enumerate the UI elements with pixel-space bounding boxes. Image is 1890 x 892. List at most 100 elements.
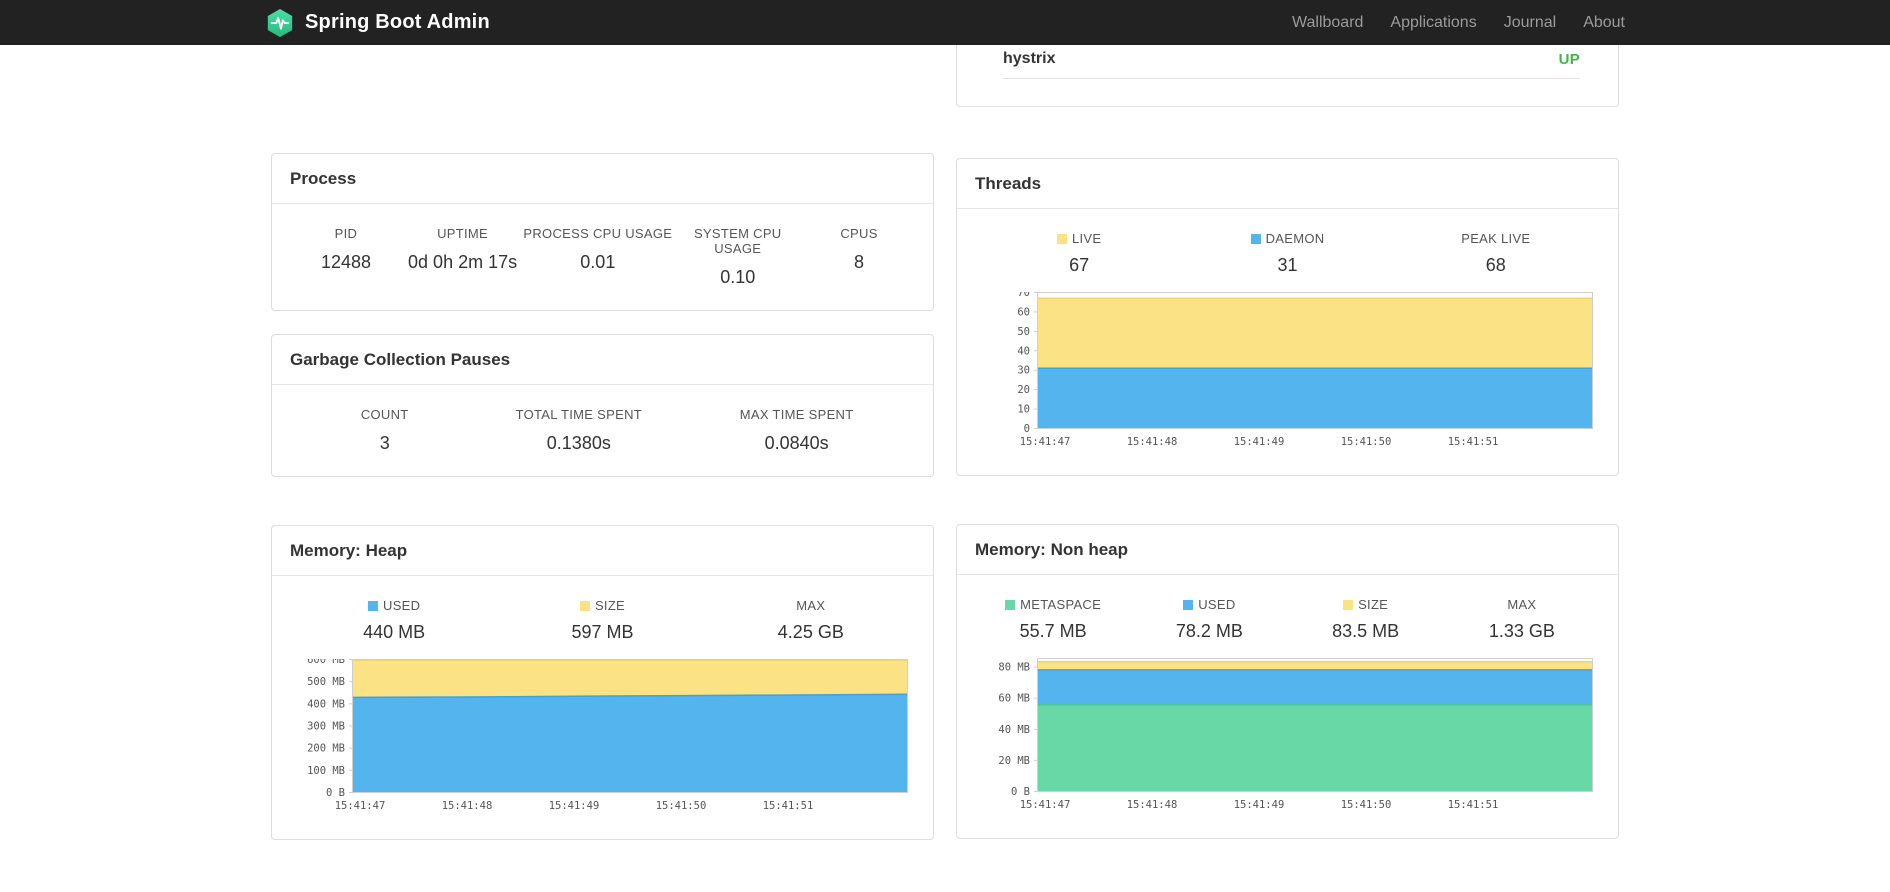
live-swatch-icon [1056,234,1067,244]
legend-value: 597 MB [571,622,634,642]
stat-gc-count: COUNT 3 [290,407,479,454]
spring-boot-admin-logo-icon [265,8,295,38]
stat-value: 3 [379,433,390,453]
svg-text:200 MB: 200 MB [307,743,345,755]
gc-panel-title: Garbage Collection Pauses [272,335,933,385]
svg-text:0 B: 0 B [1011,786,1030,798]
svg-text:50: 50 [1017,326,1030,338]
legend-value: 83.5 MB [1332,621,1400,641]
svg-text:15:41:49: 15:41:49 [549,800,600,812]
process-stats: PID 12488 UPTIME 0d 0h 2m 17s PROCESS CP… [272,204,933,310]
stat-value: 0d 0h 2m 17s [408,252,518,272]
nav-item-applications[interactable]: Applications [1390,14,1476,32]
svg-text:15:41:50: 15:41:50 [1341,436,1392,448]
stat-value: 12488 [320,252,371,272]
right-column: hystrix UP Threads LIVE 67 DAEMON 31 PEA… [956,45,1619,840]
daemon-swatch-icon [1250,234,1261,244]
svg-text:10: 10 [1017,404,1030,416]
memory-nonheap-legend: METASPACE 55.7 MB USED 78.2 MB SIZE 83.5… [975,597,1600,642]
navbar: Spring Boot Admin Wallboard Applications… [0,0,1890,45]
stat-cpus: CPUS 8 [803,226,915,288]
svg-text:60: 60 [1017,306,1030,318]
application-row[interactable]: hystrix UP [1003,45,1580,79]
svg-text:15:41:48: 15:41:48 [1127,799,1178,811]
application-name[interactable]: hystrix [1003,50,1055,68]
stat-value: 8 [854,252,865,272]
stat-pid: PID 12488 [290,226,402,288]
stat-value: 0.01 [580,252,616,272]
legend-label: USED [383,598,421,613]
legend-item-used: USED 78.2 MB [1131,597,1287,642]
legend-label: METASPACE [1020,597,1102,612]
memory-heap-panel: Memory: Heap USED 440 MB SIZE 597 MB MAX… [271,525,934,840]
stat-label: SYSTEM CPU USAGE [693,226,782,256]
svg-text:15:41:49: 15:41:49 [1234,799,1285,811]
stat-label: PID [334,226,358,241]
svg-text:20 MB: 20 MB [998,755,1030,767]
svg-text:40: 40 [1017,345,1030,357]
main-content: Process PID 12488 UPTIME 0d 0h 2m 17s PR… [271,45,1619,840]
legend-item-live: LIVE 67 [975,231,1183,276]
memory-heap-panel-title: Memory: Heap [272,526,933,576]
svg-text:0 B: 0 B [326,787,345,799]
legend-value: 67 [1069,255,1090,275]
legend-value: 31 [1277,255,1298,275]
threads-panel-title: Threads [957,159,1618,209]
application-status-card: hystrix UP [956,45,1619,107]
legend-label: USED [1198,597,1236,612]
stat-value: 0.0840s [764,433,829,453]
stat-label: UPTIME [437,226,489,241]
process-panel-title: Process [272,154,933,204]
svg-text:100 MB: 100 MB [307,765,345,777]
stat-label: COUNT [360,407,409,422]
legend-item-size: SIZE 597 MB [498,598,706,643]
legend-item-max: MAX 4.25 GB [707,598,915,643]
size-swatch-icon [1343,600,1354,610]
svg-text:15:41:51: 15:41:51 [1448,436,1499,448]
svg-text:15:41:51: 15:41:51 [763,800,814,812]
svg-text:15:41:47: 15:41:47 [1020,799,1071,811]
brand-link[interactable]: Spring Boot Admin [265,8,490,38]
stat-label: MAX TIME SPENT [739,407,854,422]
gc-stats: COUNT 3 TOTAL TIME SPENT 0.1380s MAX TIM… [272,385,933,476]
legend-value: 1.33 GB [1488,621,1555,641]
legend-value: 68 [1485,255,1506,275]
nav-item-about[interactable]: About [1583,14,1625,32]
legend-item-metaspace: METASPACE 55.7 MB [975,597,1131,642]
memory-nonheap-chart: 0 B 20 MB 40 MB 60 MB 80 MB 15:41:47 15:41:48 1… [975,658,1600,820]
nav-item-wallboard[interactable]: Wallboard [1292,14,1363,32]
legend-item-peak-live: PEAK LIVE 68 [1392,231,1600,276]
svg-text:15:41:49: 15:41:49 [1234,436,1285,448]
legend-value: 4.25 GB [777,622,844,642]
nav-item-journal[interactable]: Journal [1504,14,1556,32]
threads-legend: LIVE 67 DAEMON 31 PEAK LIVE 68 [975,231,1600,276]
svg-text:30: 30 [1017,365,1030,377]
status-badge: UP [1558,50,1580,68]
nav-links: Wallboard Applications Journal About [1292,14,1625,32]
used-swatch-icon [1183,600,1194,610]
legend-label: MAX [796,598,826,613]
left-column: Process PID 12488 UPTIME 0d 0h 2m 17s PR… [271,45,934,840]
svg-text:0: 0 [1024,423,1030,435]
legend-label: MAX [1507,597,1537,612]
threads-panel: Threads LIVE 67 DAEMON 31 PEAK LIVE 68 0… [956,158,1619,476]
legend-label: SIZE [1358,597,1389,612]
memory-nonheap-panel: Memory: Non heap METASPACE 55.7 MB USED … [956,524,1619,839]
svg-text:40 MB: 40 MB [998,724,1030,736]
svg-text:15:41:50: 15:41:50 [1341,799,1392,811]
svg-text:70: 70 [1017,292,1030,299]
svg-text:15:41:51: 15:41:51 [1448,799,1499,811]
legend-value: 440 MB [363,622,426,642]
svg-text:20: 20 [1017,384,1030,396]
svg-text:15:41:48: 15:41:48 [442,800,493,812]
svg-text:500 MB: 500 MB [307,676,345,688]
stat-label: CPUS [840,226,878,241]
legend-value: 78.2 MB [1175,621,1243,641]
legend-item-size: SIZE 83.5 MB [1288,597,1444,642]
svg-text:15:41:47: 15:41:47 [1020,436,1071,448]
stat-gc-max-time: MAX TIME SPENT 0.0840s [678,407,915,454]
stat-label: TOTAL TIME SPENT [515,407,643,422]
used-swatch-icon [368,601,378,611]
svg-text:15:41:50: 15:41:50 [656,800,707,812]
size-swatch-icon [579,601,590,611]
